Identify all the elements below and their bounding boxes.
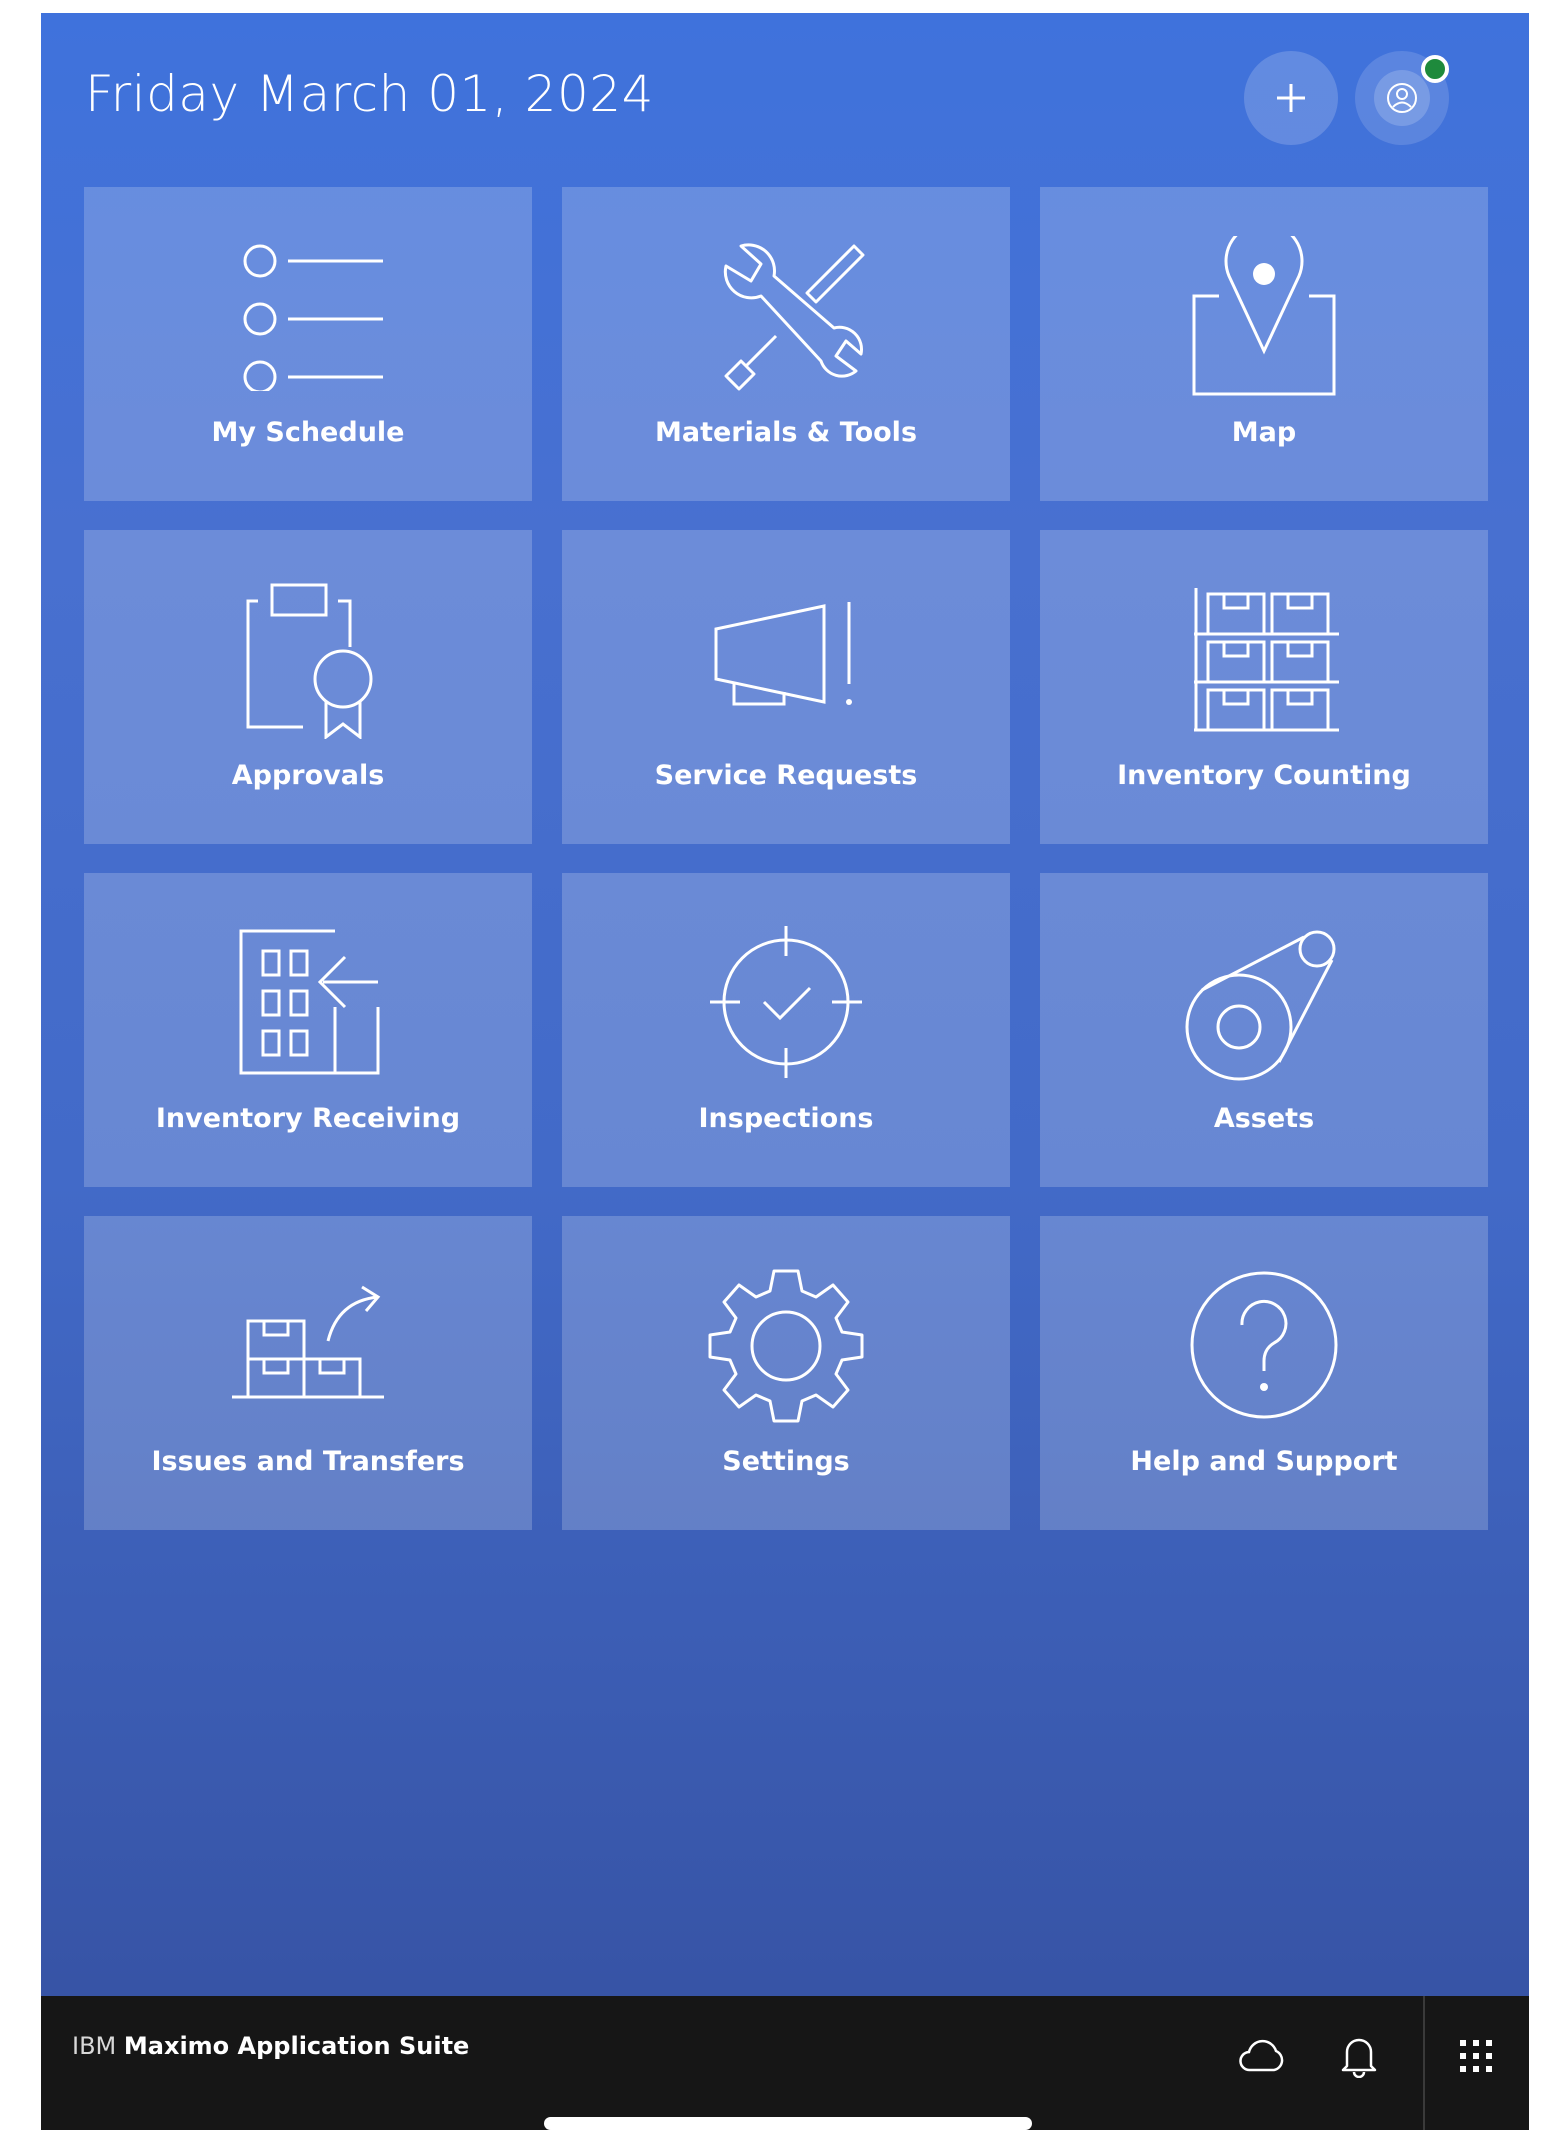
tile-inventory-receiving[interactable]: Inventory Receiving <box>84 873 532 1187</box>
tile-help-support[interactable]: Help and Support <box>1040 1216 1488 1530</box>
tile-materials-tools[interactable]: Materials & Tools <box>562 187 1010 501</box>
tile-label: Assets <box>1213 1103 1315 1134</box>
tile-assets[interactable]: Assets <box>1040 873 1488 1187</box>
add-button[interactable] <box>1244 51 1338 145</box>
megaphone-icon <box>714 602 852 706</box>
clipboard-badge-icon <box>246 583 373 739</box>
brand-product: Maximo Application Suite <box>123 2032 470 2060</box>
help-icon <box>1190 1271 1338 1419</box>
user-avatar-icon <box>1387 83 1417 113</box>
bottom-nav-bar: IBM Maximo Application Suite <box>41 1996 1529 2130</box>
boxes-transfer-icon <box>232 1285 384 1399</box>
bar-divider <box>1423 1996 1425 2130</box>
tile-label: Help and Support <box>1130 1446 1398 1477</box>
app-switcher-button[interactable] <box>1446 2026 1506 2086</box>
page-title-date: Friday March 01, 2024 <box>85 65 654 123</box>
tile-label: Service Requests <box>654 760 918 791</box>
notifications-button[interactable] <box>1329 2026 1389 2086</box>
pulley-icon <box>1185 930 1336 1081</box>
cloud-sync-button[interactable] <box>1232 2026 1292 2086</box>
tile-inventory-counting[interactable]: Inventory Counting <box>1040 530 1488 844</box>
tile-label: Map <box>1231 417 1297 448</box>
tile-label: Inspections <box>698 1103 874 1134</box>
target-check-icon <box>710 926 862 1078</box>
app-shell: Friday March 01, 2024 My Schedule Materi… <box>41 13 1529 2130</box>
tile-label: My Schedule <box>211 417 405 448</box>
tools-icon <box>723 243 865 391</box>
building-receive-icon <box>239 929 380 1075</box>
tile-label: Inventory Receiving <box>155 1103 461 1134</box>
tile-label: Approvals <box>231 760 385 791</box>
plus-icon <box>1277 84 1305 112</box>
tile-service-requests[interactable]: Service Requests <box>562 530 1010 844</box>
bell-icon <box>1341 2038 1377 2078</box>
cloud-icon <box>1239 2039 1284 2072</box>
tile-inspections[interactable]: Inspections <box>562 873 1010 1187</box>
home-indicator <box>544 2117 1032 2130</box>
tile-map[interactable]: Map <box>1040 187 1488 501</box>
tile-label: Issues and Transfers <box>151 1446 465 1477</box>
tile-issues-transfers[interactable]: Issues and Transfers <box>84 1216 532 1530</box>
brand-name: IBM Maximo Application Suite <box>72 2032 469 2060</box>
map-pin-icon <box>1192 236 1336 396</box>
tile-label: Inventory Counting <box>1117 760 1411 791</box>
brand-prefix: IBM <box>72 2032 117 2060</box>
shelves-icon <box>1194 588 1339 732</box>
grid-menu-icon <box>1460 2040 1492 2072</box>
tile-settings[interactable]: Settings <box>562 1216 1010 1530</box>
tile-my-schedule[interactable]: My Schedule <box>84 187 532 501</box>
tile-label: Settings <box>722 1446 850 1477</box>
tile-approvals[interactable]: Approvals <box>84 530 532 844</box>
tile-label: Materials & Tools <box>654 417 918 448</box>
online-status-dot <box>1421 55 1449 83</box>
list-icon <box>243 244 383 391</box>
gear-icon <box>708 1269 864 1423</box>
